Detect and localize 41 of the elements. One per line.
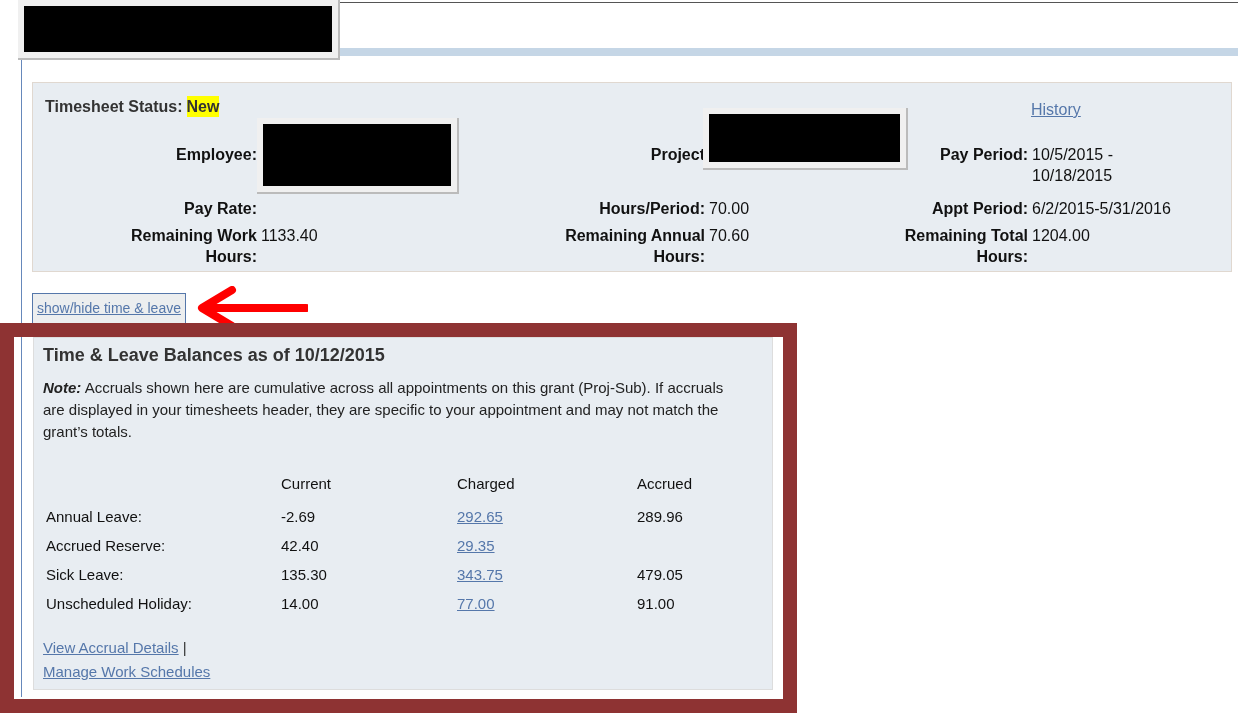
- table-cell: 289.96: [637, 507, 683, 525]
- note-text: Note: Accruals shown here are cumulative across all appointments on this grant (Proj-Sub). If accruals are displayed in your timesheets header, they are specific to your appointment and may not match the grant’s totals.: [43, 378, 725, 442]
- table-cell: 42.40: [281, 536, 319, 554]
- column-header: Current: [281, 475, 332, 492]
- table-cell: 479.05: [637, 565, 683, 583]
- charged-link[interactable]: 343.75: [457, 565, 503, 583]
- field-value: 10/5/2015 - 10/18/2015: [1032, 145, 1114, 186]
- column-header: Charged: [457, 475, 515, 492]
- show-hide-link[interactable]: show/hide time & leave: [32, 292, 186, 324]
- status-label: Timesheet Status:: [45, 97, 183, 117]
- charged-link[interactable]: 292.65: [457, 507, 503, 525]
- field-value: 1204.00: [1032, 226, 1090, 246]
- field-label: Remaining Total Hours:: [903, 226, 1028, 267]
- row-label: Unscheduled Holiday:: [45, 594, 192, 612]
- accrual-link[interactable]: View Accrual Details: [43, 638, 179, 656]
- column-header: Accrued: [637, 475, 693, 492]
- history-link[interactable]: History: [1028, 83, 1081, 120]
- field-label: Project: [650, 145, 705, 165]
- charged-link[interactable]: 77.00: [457, 594, 495, 612]
- field-value: 6/2/2015-5/31/2016: [1032, 199, 1171, 219]
- row-label: Annual Leave:: [45, 507, 142, 525]
- accrual-link[interactable]: Manage Work Schedules: [43, 662, 211, 680]
- field-label: Appt Period:: [932, 199, 1028, 219]
- field-value: 70.00: [709, 199, 750, 219]
- field-label: Hours/Period:: [599, 199, 705, 219]
- field-label: Pay Period:: [939, 145, 1028, 165]
- row-label: Sick Leave:: [45, 565, 124, 583]
- table-cell: -2.69: [281, 507, 316, 525]
- field-label: Pay Rate:: [184, 199, 257, 219]
- table-cell: 135.30: [281, 565, 327, 583]
- table-cell: 14.00: [281, 594, 319, 612]
- field-label: Employee:: [176, 145, 257, 165]
- field-label: Remaining Annual Hours:: [564, 226, 705, 267]
- field-label: Remaining Work Hours:: [130, 226, 257, 267]
- field-value: 70.60: [709, 226, 750, 246]
- row-label: Accrued Reserve:: [45, 536, 166, 554]
- table-cell: 91.00: [637, 594, 675, 612]
- charged-link[interactable]: 29.35: [457, 536, 495, 554]
- separator-text: |: [182, 638, 187, 656]
- section-title: Time & Leave Balances as of 10/12/2015: [43, 344, 386, 367]
- field-value: 1133.40: [261, 226, 318, 246]
